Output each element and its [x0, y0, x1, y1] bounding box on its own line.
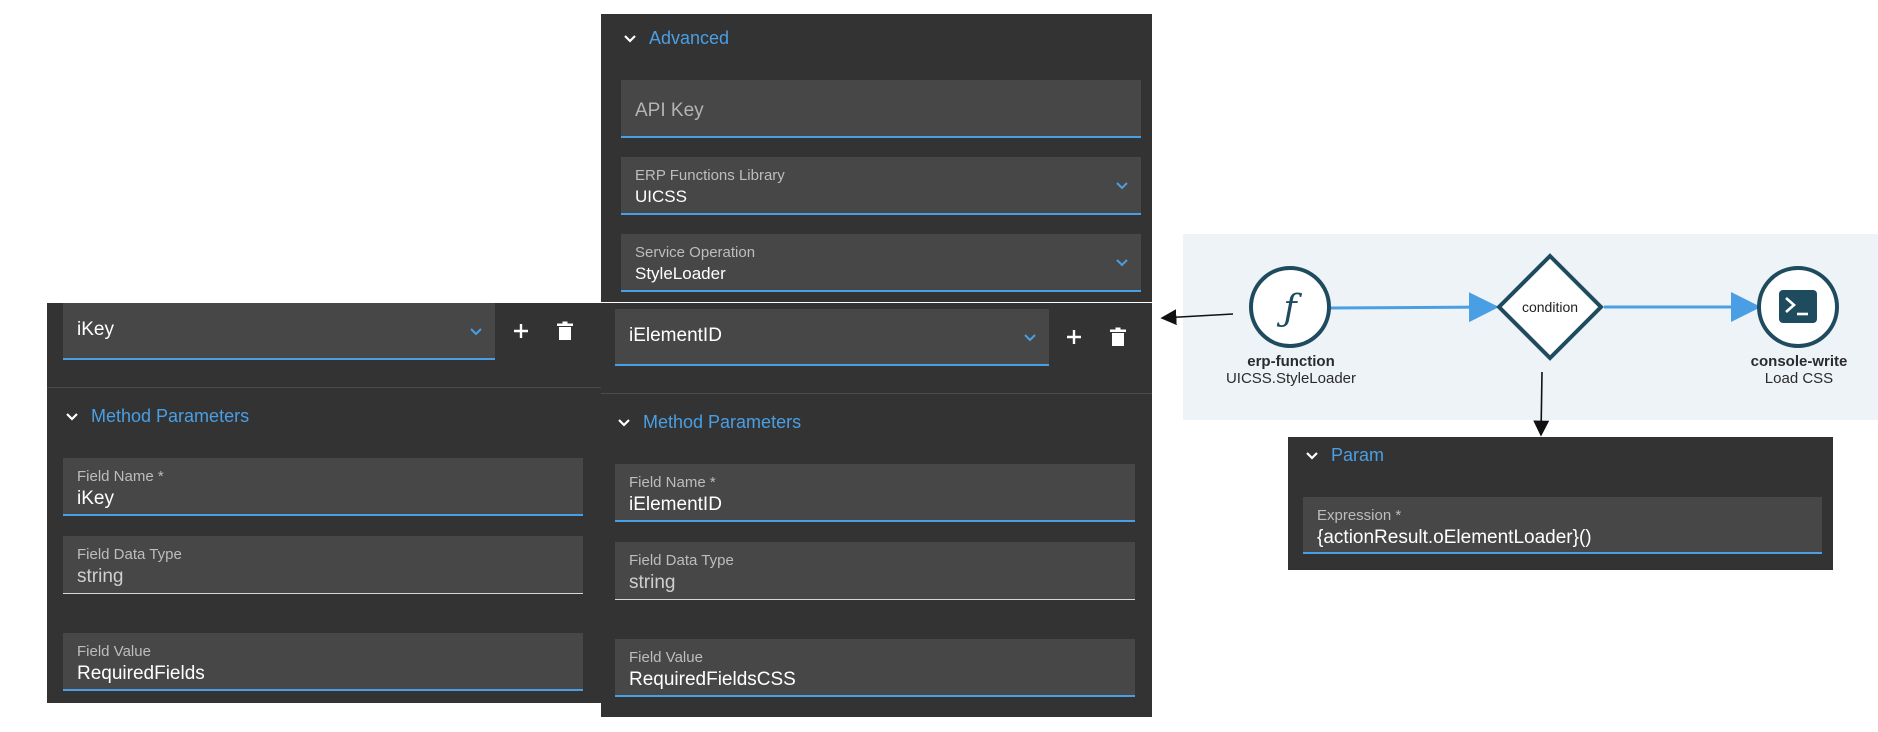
param-panel: Param Expression * {actionResult.oElemen…	[1288, 437, 1833, 570]
console-write-subtitle: Load CSS	[1764, 370, 1834, 387]
erp-function-subtitle: UICSS.StyleLoader	[1225, 370, 1357, 387]
erp-function-type: erp-function	[1247, 353, 1335, 370]
console-write-node[interactable]	[1757, 266, 1839, 348]
chevron-down-icon	[1306, 451, 1318, 460]
param-header-label: Param	[1331, 445, 1385, 465]
erp-function-node[interactable]: ƒ	[1249, 266, 1331, 348]
terminal-icon	[1779, 290, 1817, 323]
pointer-to-parameter-panel	[1160, 309, 1234, 326]
expression-value: {actionResult.oElementLoader}()	[1317, 527, 1592, 548]
console-write-type: console-write	[1750, 353, 1848, 370]
connector-erp-to-condition	[1329, 292, 1499, 323]
pointer-to-param-panel	[1533, 371, 1550, 437]
condition-label: condition	[1521, 299, 1579, 315]
erp-function-label: erp-function UICSS.StyleLoader	[1200, 353, 1382, 387]
flow-connectors: ƒ	[1160, 253, 1839, 437]
expression-label: Expression *	[1317, 507, 1402, 524]
expression-input[interactable]: Expression * {actionResult.oElementLoade…	[1303, 497, 1822, 554]
param-section-header[interactable]: Param	[1305, 445, 1384, 466]
console-write-label: console-write Load CSS	[1722, 353, 1876, 387]
